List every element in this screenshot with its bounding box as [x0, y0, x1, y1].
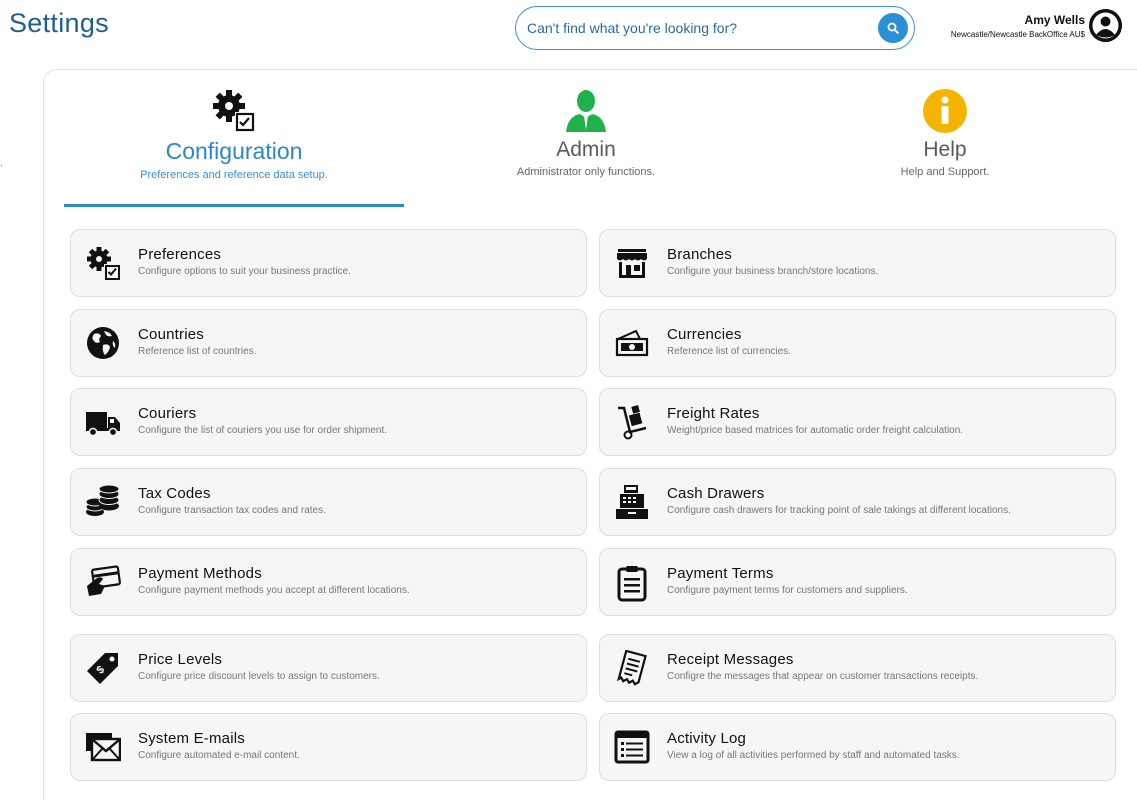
card-title: Currencies: [667, 326, 742, 343]
card-freight-rates[interactable]: Freight Rates Weight/price based matrice…: [599, 388, 1116, 456]
card-title: Branches: [667, 246, 732, 263]
card-couriers[interactable]: Couriers Configure the list of couriers …: [70, 388, 587, 456]
card-cash-drawers[interactable]: Cash Drawers Configure cash drawers for …: [599, 468, 1116, 536]
receipt-icon: [616, 650, 647, 686]
active-tab-indicator: [64, 204, 404, 207]
card-title: System E-mails: [138, 730, 245, 747]
card-currencies[interactable]: Currencies Reference list of currencies.: [599, 309, 1116, 377]
card-title: Preferences: [138, 246, 222, 263]
tab-help-sub: Help and Support.: [900, 166, 990, 178]
tab-configuration[interactable]: Configuration Preferences and reference …: [104, 88, 364, 181]
card-description: Configre the messages that appear on cus…: [667, 671, 979, 682]
card-description: Configure your business branch/store loc…: [667, 266, 879, 277]
user-name: Amy Wells: [1024, 13, 1085, 27]
card-description: Reference list of countries.: [138, 346, 257, 357]
card-description: Configure the list of couriers you use f…: [138, 425, 388, 436]
tab-admin-label: Admin: [556, 138, 616, 161]
tab-configuration-label: Configuration: [165, 138, 303, 164]
globe-icon: [87, 327, 119, 359]
card-description: View a log of all activities performed b…: [667, 750, 960, 761]
card-price-levels[interactable]: $ Price Levels Configure price discount …: [70, 634, 587, 702]
search-button[interactable]: [878, 13, 908, 43]
info-icon: [923, 89, 967, 133]
card-description: Configure transaction tax codes and rate…: [138, 505, 326, 516]
money-icon: [615, 329, 649, 357]
tab-admin-sub: Administrator only functions.: [516, 166, 656, 178]
card-description: Configure payment methods you accept at …: [138, 585, 410, 596]
card-title: Freight Rates: [667, 405, 760, 422]
tab-admin[interactable]: Admin Administrator only functions.: [456, 88, 716, 178]
card-system-emails[interactable]: System E-mails Configure automated e-mai…: [70, 713, 587, 781]
card-description: Configure automated e-mail content.: [138, 750, 300, 761]
search-input[interactable]: [527, 7, 867, 49]
price-tag-icon: $: [87, 653, 118, 684]
gear-config-icon: [213, 90, 255, 132]
card-description: Configure cash drawers for tracking poin…: [667, 505, 1011, 516]
store-icon: [617, 249, 647, 278]
tab-help[interactable]: Help Help and Support.: [815, 88, 1075, 178]
user-info: Amy Wells Newcastle/Newcastle BackOffice…: [951, 13, 1085, 41]
search-icon: [887, 22, 899, 34]
card-branches[interactable]: Branches Configure your business branch/…: [599, 229, 1116, 297]
gear-config-icon: [87, 247, 120, 280]
card-title: Couriers: [138, 405, 197, 422]
card-title: Cash Drawers: [667, 485, 765, 502]
search-box: [515, 6, 915, 50]
card-title: Tax Codes: [138, 485, 211, 502]
hand-truck-icon: [618, 405, 647, 440]
card-title: Price Levels: [138, 651, 223, 668]
truck-icon: [86, 412, 120, 437]
avatar[interactable]: [1089, 9, 1122, 42]
card-preferences[interactable]: Preferences Configure options to suit yo…: [70, 229, 587, 297]
coins-icon: [85, 484, 120, 516]
card-description: Configure price discount levels to assig…: [138, 671, 380, 682]
tab-configuration-sub: Preferences and reference data setup.: [140, 169, 328, 181]
card-payment-terms[interactable]: Payment Terms Configure payment terms fo…: [599, 548, 1116, 616]
clipboard-icon: [617, 566, 647, 602]
card-title: Activity Log: [667, 730, 747, 747]
card-description: Weight/price based matrices for automati…: [667, 425, 964, 436]
card-description: Configure payment terms for customers an…: [667, 585, 908, 596]
user-location: Newcastle/Newcastle BackOffice AU$: [950, 30, 1085, 39]
card-title: Countries: [138, 326, 204, 343]
card-payment-icon: [87, 565, 121, 596]
email-icon: [86, 733, 121, 762]
card-countries[interactable]: Countries Reference list of countries.: [70, 309, 587, 377]
cash-register-icon: [616, 485, 648, 519]
card-title: Payment Methods: [138, 565, 262, 582]
card-description: Configure options to suit your business …: [138, 266, 351, 277]
card-description: Reference list of currencies.: [667, 346, 791, 357]
side-marker: ·: [0, 160, 3, 170]
user-avatar-icon: [1089, 9, 1122, 42]
admin-user-icon: [566, 90, 606, 132]
card-title: Receipt Messages: [667, 651, 794, 668]
card-title: Payment Terms: [667, 565, 774, 582]
page-title: Settings: [9, 8, 109, 38]
tab-help-label: Help: [923, 138, 967, 161]
card-tax-codes[interactable]: Tax Codes Configure transaction tax code…: [70, 468, 587, 536]
card-receipt-messages[interactable]: Receipt Messages Configre the messages t…: [599, 634, 1116, 702]
card-payment-methods[interactable]: Payment Methods Configure payment method…: [70, 548, 587, 616]
list-log-icon: [614, 730, 650, 764]
card-activity-log[interactable]: Activity Log View a log of all activitie…: [599, 713, 1116, 781]
